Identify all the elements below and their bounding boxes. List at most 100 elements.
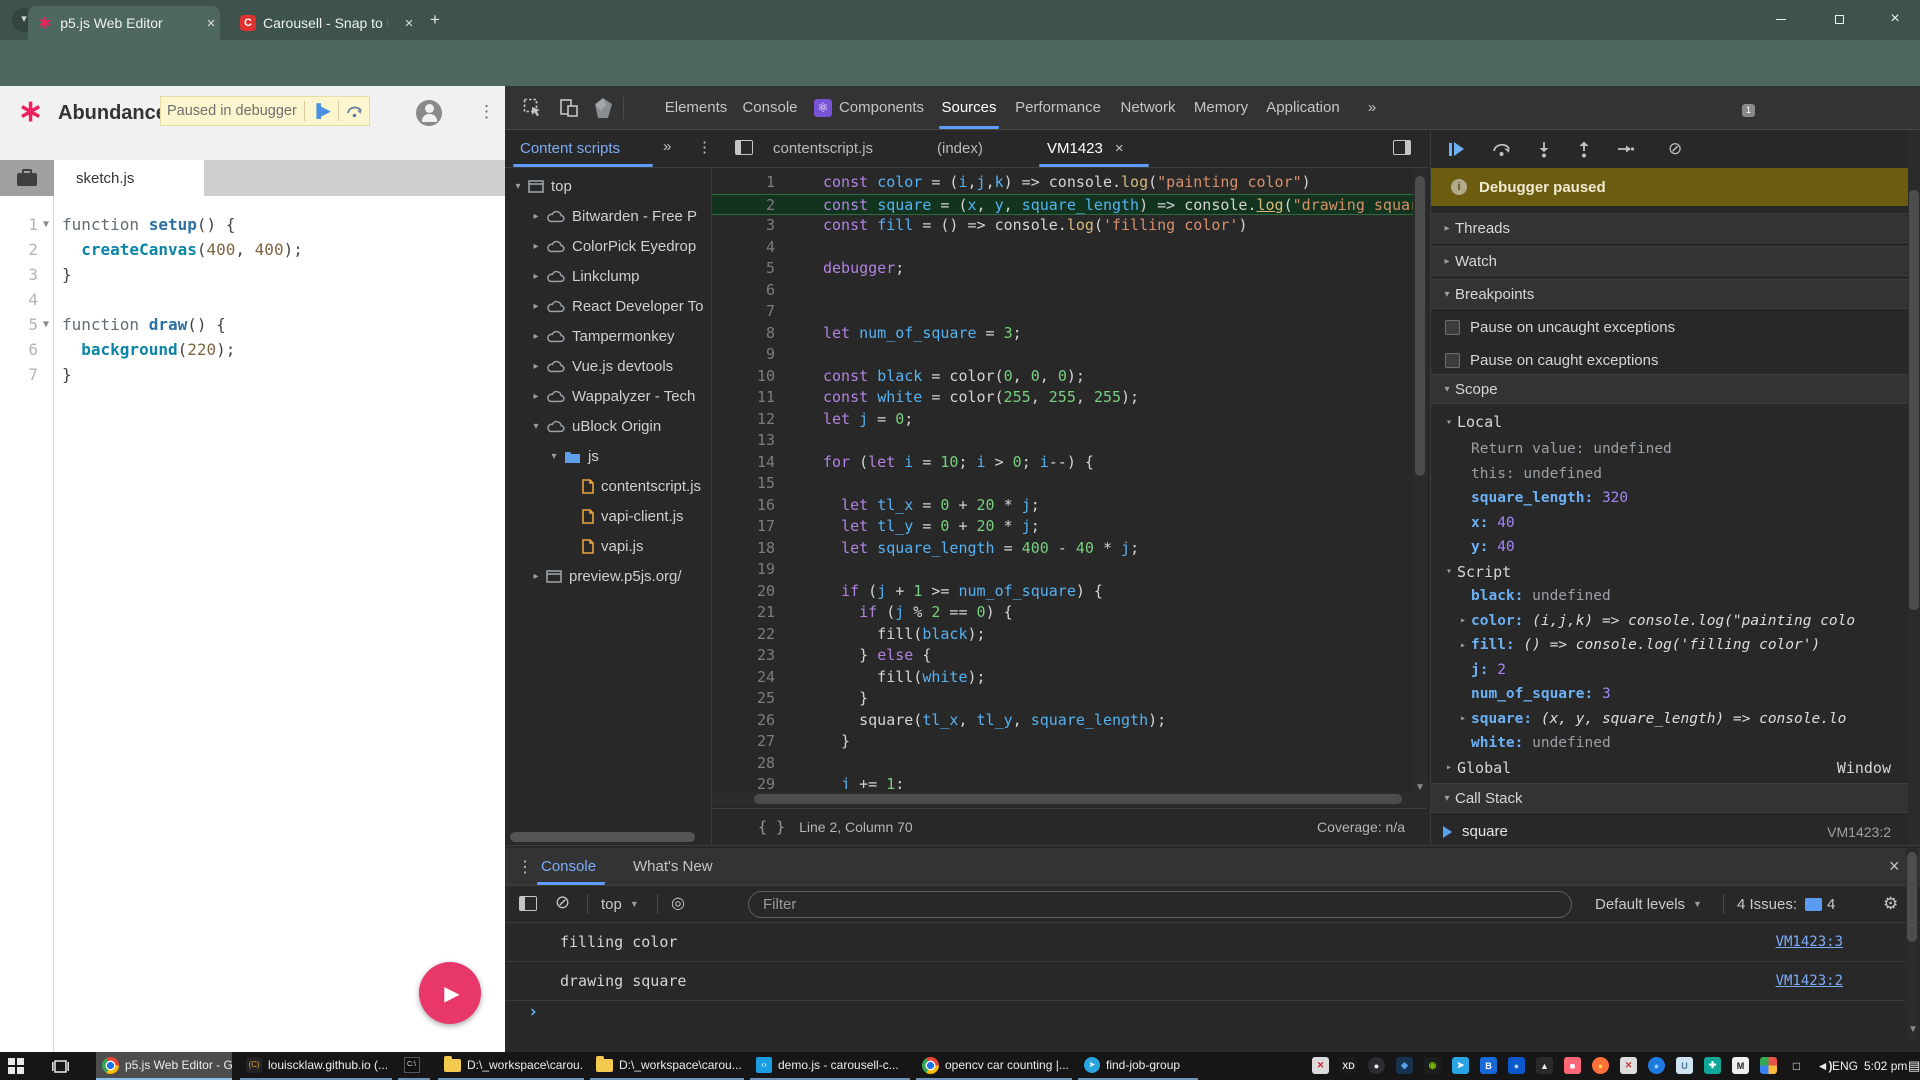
expander-icon[interactable]: ▸ [1455,713,1471,724]
p5-play-button[interactable]: ▶ [419,962,481,1024]
section-threads[interactable]: ▸Threads [1431,213,1908,243]
whats-new-tab[interactable]: What's New [633,848,713,885]
pause-caught-checkbox[interactable]: Pause on caught exceptions [1431,347,1908,373]
clear-console-icon[interactable]: ⊘ [555,892,570,913]
discord-icon[interactable]: ● [1368,1057,1385,1074]
resume-script-icon[interactable] [1449,142,1464,156]
console-prompt-chevron[interactable]: › [528,1002,538,1022]
scope-section-script[interactable]: ▾Script [1431,560,1908,584]
expander-icon[interactable]: ▸ [529,391,543,402]
tree-item-vue-js-devtools[interactable]: ▸Vue.js devtools [505,351,711,381]
checkbox[interactable] [1445,320,1460,335]
console-scrollbar[interactable]: ▼ [1906,848,1918,1040]
scope-section-local[interactable]: ▾Local [1431,410,1908,434]
scope-section-global[interactable]: ▸GlobalWindow [1431,756,1908,780]
monitor-icon[interactable]: □ [1788,1057,1805,1074]
pin-icon[interactable]: ✕ [1620,1057,1637,1074]
xd-icon[interactable]: XD [1340,1057,1357,1074]
tree-item-top[interactable]: ▾top [505,171,711,201]
telegram-icon[interactable]: ➤ [1452,1057,1469,1074]
step-over-icon[interactable] [346,104,363,118]
expander-icon[interactable]: ▸ [529,361,543,372]
devtools-tab-memory[interactable]: Memory [1185,86,1257,129]
taskbar-button-0[interactable]: p5.js Web Editor - Go... [96,1052,232,1080]
touch-icon[interactable]: ▲ [1536,1057,1553,1074]
scroll-down-arrow[interactable]: ▼ [1415,782,1425,793]
filetab-vm1423[interactable]: VM1423 × [1047,130,1124,167]
tab-content-scripts[interactable]: Content scripts [520,130,620,167]
format-braces-icon[interactable]: { } [758,818,785,836]
section-scope[interactable]: ▾Scope [1431,374,1908,404]
step-icon[interactable] [1617,142,1634,156]
console-close-icon[interactable]: × [1889,856,1900,877]
browser-tab-carousell[interactable]: C Carousell - Snap to List, Chat t × [232,6,418,40]
navigator-menu-kebab-icon[interactable]: ⋮ [697,138,712,156]
taskbar-button-7[interactable]: ➤find-job-group [1078,1052,1198,1080]
p5-account-icon[interactable] [416,100,442,126]
defender-icon[interactable]: ✕ [1312,1057,1329,1074]
tree-item-tampermonkey[interactable]: ▸Tampermonkey [505,321,711,351]
puzzle-icon[interactable]: ✚ [1704,1057,1721,1074]
window-minimize-button[interactable] [1766,8,1796,30]
taskbar-button-4[interactable]: D:\_workspace\carou... [590,1052,744,1080]
taskbar-button-6[interactable]: opencv car counting |... [916,1052,1072,1080]
toggle-debugger-sidebar-icon[interactable] [1393,140,1411,155]
expander-icon[interactable]: ▸ [529,301,543,312]
expander-icon[interactable]: ▸ [1455,640,1471,651]
inspect-element-icon[interactable] [523,98,543,118]
sidebar-scrollbar[interactable] [1908,130,1920,845]
editor-horizontal-scrollbar[interactable] [712,792,1413,806]
tree-item-bitwarden-free-p[interactable]: ▸Bitwarden - Free P [505,201,711,231]
expander-icon[interactable]: ▸ [529,271,543,282]
section-watch[interactable]: ▸Watch [1431,246,1908,276]
deactivate-breakpoints-icon[interactable]: ⊘ [1668,139,1682,159]
issues-link[interactable]: 4 Issues: 4 [1737,886,1835,922]
tree-item-linkclump[interactable]: ▸Linkclump [505,261,711,291]
hide-navigator-icon[interactable] [735,140,753,155]
taskbar-button-3[interactable]: D:\_workspace\carou... [438,1052,584,1080]
expander-icon[interactable]: ▸ [1455,615,1471,626]
p5-code-area[interactable]: 1▼function setup() {2 createCanvas(400, … [0,196,505,1052]
tree-item-vapi-client-js[interactable]: vapi-client.js [505,501,711,531]
tab-close-icon[interactable]: × [202,15,220,32]
devtools-tab-sources[interactable]: Sources [933,86,1005,129]
tree-horizontal-scrollbar[interactable] [510,832,695,842]
devtools-tab-components[interactable]: ⚛Components [805,86,933,129]
expander-icon[interactable]: ▸ [529,331,543,342]
clock[interactable]: 5:02 pm [1864,1052,1907,1080]
devtools-tab-network[interactable]: Network [1111,86,1185,129]
more-panels-icon[interactable]: » [1357,86,1387,129]
step-into-icon[interactable] [1537,141,1551,158]
filetab-close-icon[interactable]: × [1115,140,1124,157]
language-indicator[interactable]: ENG [1832,1052,1858,1080]
message-source-link[interactable]: VM1423:2 [1776,973,1843,989]
context-selector[interactable]: top ▼ [601,886,639,922]
start-button[interactable] [8,1058,24,1074]
console-menu-kebab-icon[interactable]: ⋮ [517,857,533,877]
section-callstack[interactable]: ▾Call Stack [1431,783,1908,813]
nvidia-icon[interactable]: ◉ [1424,1057,1441,1074]
tree-item-js[interactable]: ▾js [505,441,711,471]
devtools-tab-performance[interactable]: Performance [1005,86,1111,129]
expander-icon[interactable]: ▾ [529,421,543,432]
tree-item-vapi-js[interactable]: vapi.js [505,531,711,561]
checkbox[interactable] [1445,353,1460,368]
resume-script-icon[interactable]: ▐▶ [312,103,331,119]
expander-icon[interactable]: ▸ [529,571,543,582]
task-view-button[interactable] [52,1058,69,1074]
tree-item-react-developer-to[interactable]: ▸React Developer To [505,291,711,321]
extension-gem-icon[interactable] [593,97,614,119]
orb-icon[interactable]: ● [1508,1057,1525,1074]
tree-item-ublock-origin[interactable]: ▾uBlock Origin [505,411,711,441]
taskbar-button-2[interactable]: C:\ [398,1052,430,1080]
pause-uncaught-checkbox[interactable]: Pause on uncaught exceptions [1431,314,1908,340]
expander-icon[interactable]: ▸ [529,211,543,222]
live-expression-eye-icon[interactable]: ◎ [671,893,685,913]
globe-icon[interactable]: ● [1648,1057,1665,1074]
editor-vertical-scrollbar[interactable]: ▼ [1413,168,1427,808]
device-toolbar-icon[interactable] [559,98,579,118]
expander-icon[interactable]: ▾ [547,451,561,462]
m-icon[interactable]: M [1732,1057,1749,1074]
filetab-index[interactable]: (index) [937,130,983,167]
notification-center-icon[interactable]: ▤ [1908,1058,1920,1074]
